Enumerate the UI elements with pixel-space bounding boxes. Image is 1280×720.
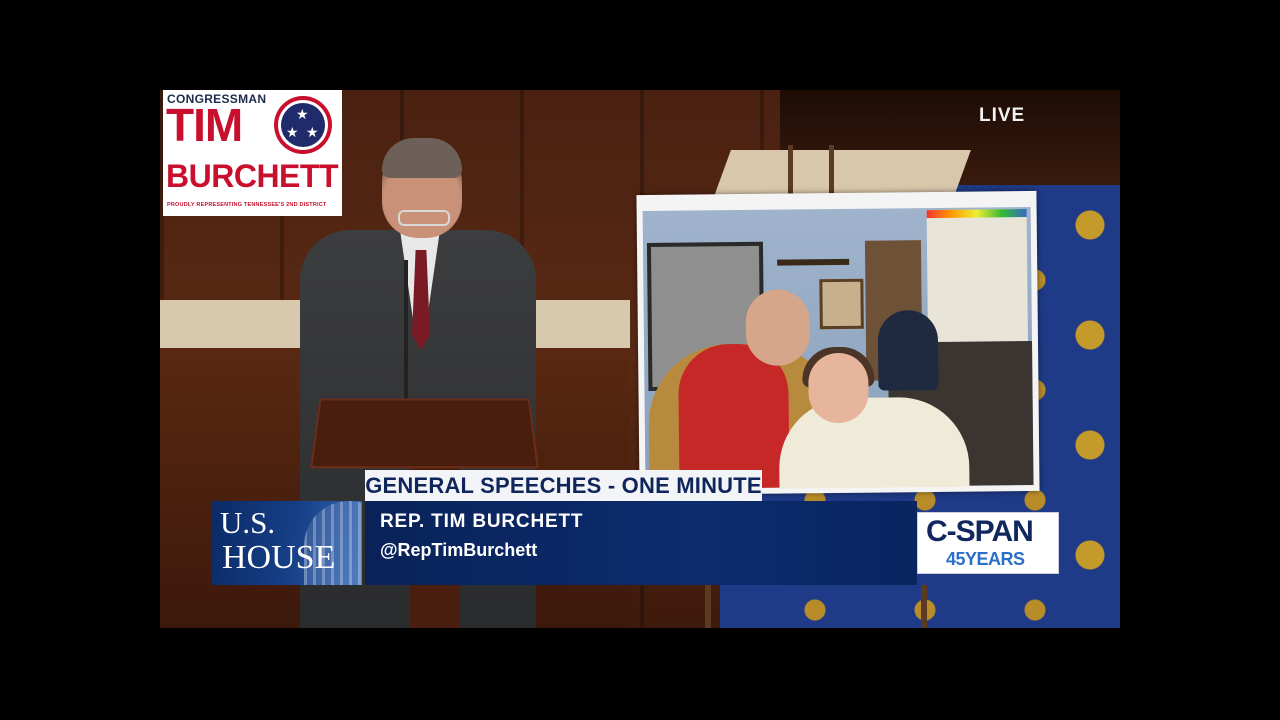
logo-first-name: TIM [166,99,243,151]
logo-tagline: PROUDLY REPRESENTING TENNESSEE'S 2ND DIS… [167,202,327,208]
easel-legs [705,585,927,628]
logo-last-name: BURCHETT [166,158,338,194]
photo-small-frame [819,278,864,330]
photo-man-head [745,289,811,366]
easel-top [788,145,834,200]
photo-cooler [926,209,1029,349]
live-indicator: LIVE [979,105,1026,126]
segment-banner: GENERAL SPEECHES - ONE MINUTE [365,470,762,501]
tennessee-tristar-icon: ★ ★ ★ [274,96,332,154]
cspan-years: 45YEARS [946,549,1025,569]
photo-girl-body [778,396,970,489]
photo-shelf [777,258,850,266]
photo-background-person [877,309,939,391]
segment-banner-text: GENERAL SPEECHES - ONE MINUTE [365,472,762,498]
speaker-name: REP. TIM BURCHETT [380,511,584,532]
cspan-logo: C-SPAN 45YEARS [917,512,1059,574]
microphone [404,260,408,400]
speaker-name-plate: REP. TIM BURCHETT @RepTimBurchett [365,501,917,585]
us-house-line2: HOUSE [222,539,336,576]
podium [310,398,539,469]
congressman-logo: CONGRESSMAN TIM ★ ★ ★ BURCHETT PROUDLY R… [163,90,342,216]
photo-girl-head [808,352,869,424]
speaker-glasses [398,210,450,226]
us-house-badge: U.S. HOUSE [212,501,362,585]
cspan-name: C-SPAN [926,515,1034,548]
speaker-handle: @RepTimBurchett [380,540,538,560]
us-house-line1: U.S. [220,505,276,540]
easel-photo [636,190,1040,496]
